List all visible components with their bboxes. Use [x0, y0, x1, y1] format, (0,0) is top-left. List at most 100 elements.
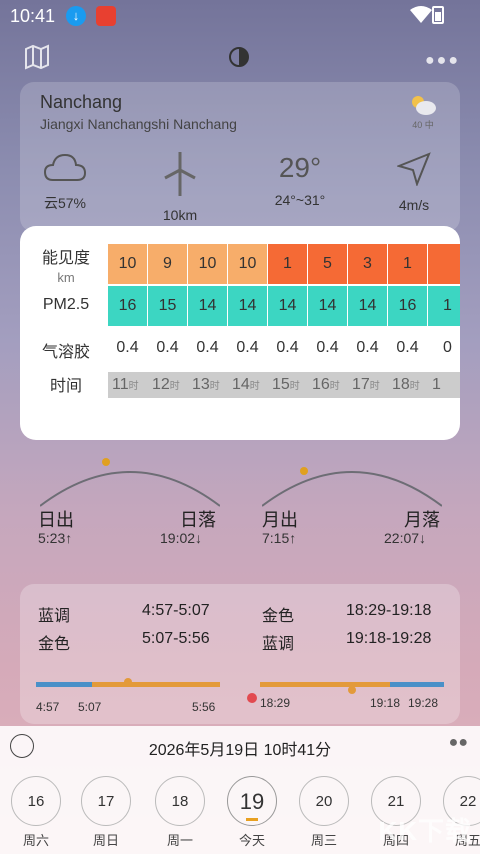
tick-19-28: 19:28 — [408, 696, 439, 710]
visibility-label: 能见度 — [41, 250, 90, 267]
visibility-cell: 10 — [188, 244, 228, 284]
pm25-cell: 14 — [348, 286, 388, 326]
day-item[interactable]: 19 今天 — [226, 776, 278, 849]
time-row: 11时 12时 13时 14时 15时 16时 17时 18时 1 — [108, 372, 460, 398]
cloud-value: 云57% — [43, 195, 87, 211]
status-bar: 10:41 ↓ — [0, 0, 480, 32]
hour-suffix: 时 — [289, 381, 300, 392]
weekday-label: 今天 — [238, 833, 265, 848]
hour-value: 11 — [112, 376, 129, 393]
aerosol-row-label: 气溶胶 — [41, 344, 90, 361]
tick-19-18: 19:18 — [370, 696, 401, 710]
theme-toggle-icon[interactable] — [228, 46, 250, 68]
download-icon: ↓ — [66, 6, 86, 26]
hour-value: 15 — [272, 376, 290, 393]
visibility-cell: 9 — [148, 244, 188, 284]
pm25-row-label: PM2.5 — [42, 296, 90, 313]
visibility-cell — [428, 244, 460, 284]
status-time: 10:41 — [10, 6, 56, 26]
more-icon[interactable]: ●● — [449, 734, 468, 752]
aerosol-cell: 0.4 — [388, 328, 428, 368]
cloud-icon — [43, 153, 87, 181]
day-item[interactable]: 16 周六 — [10, 776, 62, 849]
sun-moon-card: 日出 5:23↑ 日落 19:02↓ 月出 7:15↑ 月落 22:07↓ — [20, 440, 460, 560]
date-bar[interactable]: 2026年5月19日 10时41分 ●● — [0, 726, 480, 766]
pm25-cell: 14 — [228, 286, 268, 326]
evening-blue-bar — [390, 682, 444, 687]
hour-suffix: 时 — [329, 381, 340, 392]
wind-turbine-icon — [164, 152, 196, 196]
temperature-range: 24°~31° — [274, 192, 326, 208]
pm25-cell: 16 — [108, 286, 148, 326]
hour-cell[interactable]: 12时 — [148, 372, 188, 398]
visibility-cell: 10 — [228, 244, 268, 284]
current-time-marker-icon — [247, 693, 257, 703]
evening-gold-time: 18:29-19:18 — [346, 602, 432, 619]
weather-card: Nanchang Jiangxi Nanchangshi Nanchang 40… — [20, 82, 460, 232]
pm25-cell: 14 — [268, 286, 308, 326]
top-bar: ●●● — [0, 40, 480, 76]
hour-cell[interactable]: 16时 — [308, 372, 348, 398]
day-item[interactable]: 20 周三 — [298, 776, 350, 849]
morning-gold-label: 金色 — [38, 636, 71, 653]
sun-arc — [40, 458, 220, 507]
hour-value: 16 — [312, 376, 330, 393]
aerosol-cell: 0 — [428, 328, 460, 368]
temperature-value: 29° — [278, 152, 322, 183]
visibility-unit: km — [57, 270, 75, 285]
day-number[interactable]: 16 — [11, 776, 61, 826]
battery-icon — [432, 6, 444, 24]
hour-cell[interactable]: 18时 — [388, 372, 428, 398]
hour-suffix: 时 — [369, 381, 380, 392]
hour-suffix: 时 — [409, 381, 420, 392]
aerosol-cell: 0.4 — [148, 328, 188, 368]
visibility-value: 10km — [162, 207, 198, 223]
day-number[interactable]: 18 — [155, 776, 205, 826]
pm25-cell: 14 — [308, 286, 348, 326]
city-full-name: Jiangxi Nanchangshi Nanchang — [40, 116, 237, 132]
tick-5-56: 5:56 — [192, 700, 216, 714]
more-options-icon[interactable]: ●●● — [425, 52, 460, 70]
hourly-detail-card[interactable]: 能见度 km 10 9 10 10 1 5 3 1 PM2.5 16 15 14 14 14 14 14 1… — [20, 226, 460, 440]
twilight-card: 蓝调 4:57-5:07 金色 5:07-5:56 金色 18:29-19:18… — [20, 584, 460, 724]
pm25-cell: 14 — [188, 286, 228, 326]
day-number[interactable]: 20 — [299, 776, 349, 826]
hour-value: 13 — [192, 376, 210, 393]
day-item[interactable]: 18 周一 — [154, 776, 206, 849]
hour-cell[interactable]: 17时 — [348, 372, 388, 398]
day-item[interactable]: 17 周日 — [80, 776, 132, 849]
tick-5-07: 5:07 — [78, 700, 102, 714]
tick-4-57: 4:57 — [36, 700, 60, 714]
evening-blue-time: 19:18-19:28 — [346, 630, 432, 647]
hour-value: 17 — [352, 376, 370, 393]
hour-cell[interactable]: 11时 — [108, 372, 148, 398]
day-number[interactable]: 17 — [81, 776, 131, 826]
weekday-label: 周六 — [22, 833, 49, 848]
hour-cell[interactable]: 15时 — [268, 372, 308, 398]
hour-cell[interactable]: 14时 — [228, 372, 268, 398]
map-icon[interactable] — [24, 44, 50, 70]
today-indicator — [246, 818, 258, 821]
hour-suffix: 时 — [209, 381, 220, 392]
visibility-cell: 10 — [108, 244, 148, 284]
hour-value: 1 — [432, 376, 441, 393]
aerosol-cell: 0.4 — [188, 328, 228, 368]
sun-marker-icon — [124, 678, 132, 686]
hour-cell[interactable]: 13时 — [188, 372, 228, 398]
evening-blue-label: 蓝调 — [262, 636, 295, 653]
pm25-row: 16 15 14 14 14 14 14 16 1 — [108, 286, 460, 326]
hour-cell[interactable]: 1 — [428, 372, 460, 398]
visibility-cell: 5 — [308, 244, 348, 284]
aqi-badge: 40 中 — [408, 94, 438, 131]
weekday-label: 周三 — [310, 833, 337, 848]
aqi-value: 40 中 — [412, 120, 434, 130]
wind-direction-icon — [395, 152, 431, 188]
sunset-time: 19:02↓ — [160, 530, 203, 546]
current-datetime[interactable]: 2026年5月19日 10时41分 — [0, 736, 480, 760]
city-name: Nanchang — [40, 92, 123, 112]
tick-18-29: 18:29 — [260, 696, 291, 710]
hour-suffix: 时 — [169, 381, 180, 392]
morning-gold-bar — [92, 682, 220, 687]
moonset-time: 22:07↓ — [384, 530, 427, 546]
aerosol-cell: 0.4 — [268, 328, 308, 368]
